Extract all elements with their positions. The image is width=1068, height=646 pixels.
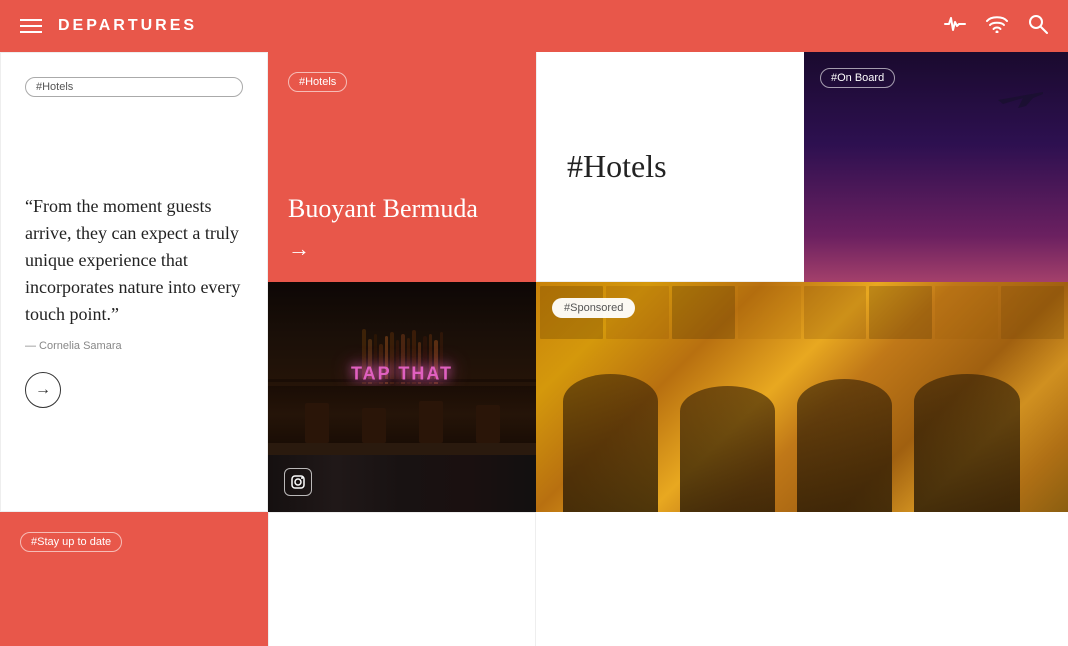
card-coral-content: Buoyant Bermuda →: [288, 192, 516, 262]
card-bar-photo: TAP THAT: [268, 282, 536, 512]
wifi-icon[interactable]: [986, 15, 1008, 38]
stay-up-to-date-tag: #Stay up to date: [20, 532, 122, 552]
hotels-hashtag: #Hotels: [567, 148, 667, 185]
card-coral-title: Buoyant Bermuda: [288, 192, 516, 226]
card-building-photo: #Sponsored: [536, 282, 1068, 512]
quote-author: — Cornelia Samara: [25, 340, 243, 352]
pulse-icon[interactable]: [944, 15, 966, 38]
brand-name: DEPARTURES: [58, 17, 197, 35]
instagram-icon[interactable]: [284, 468, 312, 496]
card-buoyant-bermuda[interactable]: #Hotels Buoyant Bermuda →: [268, 52, 536, 282]
hotels-tag-1[interactable]: #Hotels: [25, 77, 243, 97]
card-stay-updated[interactable]: #Stay up to date: [0, 512, 268, 646]
airplane-icon: [988, 82, 1048, 112]
card-white-bottom: [268, 512, 536, 646]
search-icon[interactable]: [1028, 14, 1048, 39]
header-right: [944, 14, 1048, 39]
hotels-tag-2: #Hotels: [288, 72, 347, 92]
bar-neon-sign: TAP THAT: [351, 364, 453, 385]
sponsored-tag: #Sponsored: [552, 298, 635, 318]
main-grid: #Hotels “From the moment guests arrive, …: [0, 52, 1068, 646]
card-quote: #Hotels “From the moment guests arrive, …: [0, 52, 268, 512]
quote-arrow-button[interactable]: →: [25, 372, 61, 408]
quote-text: “From the moment guests arrive, they can…: [25, 193, 243, 328]
card-hotels-text[interactable]: #Hotels: [536, 52, 804, 282]
header-left: DEPARTURES: [20, 17, 197, 35]
hamburger-menu[interactable]: [20, 19, 42, 33]
card-coral-arrow: →: [288, 236, 516, 262]
onboard-tag: #On Board: [820, 68, 895, 88]
header: DEPARTURES: [0, 0, 1068, 52]
